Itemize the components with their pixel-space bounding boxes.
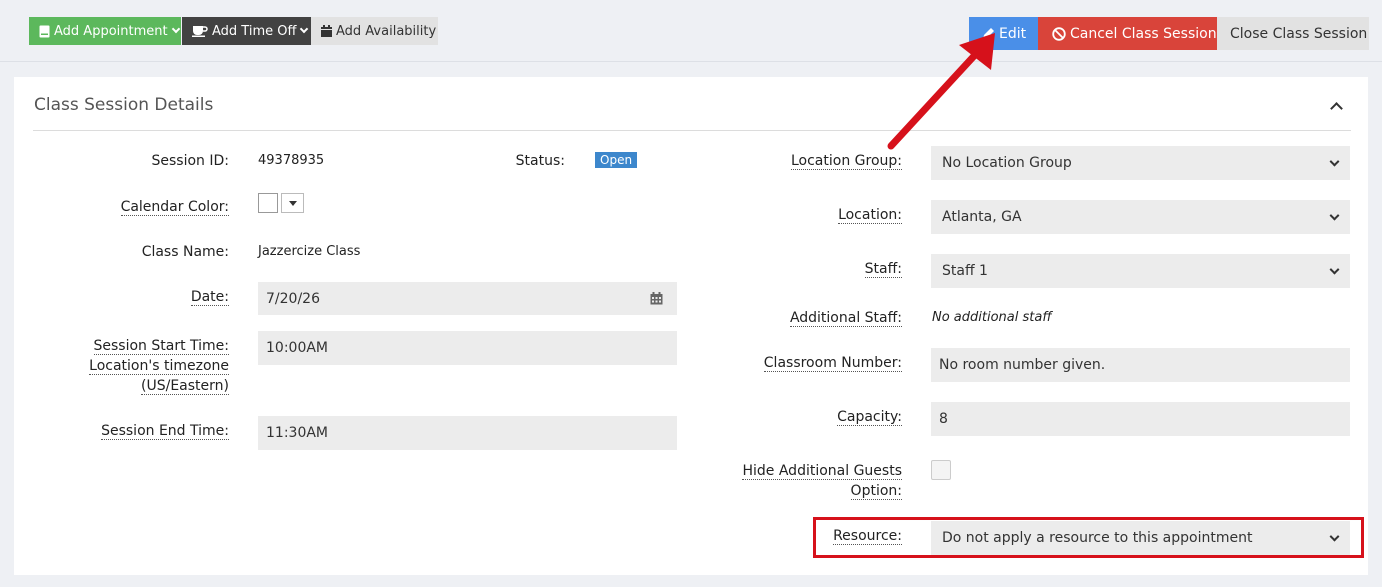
staff-label-text: Staff: — [864, 261, 902, 278]
hide-guests-label-line1: Hide Additional Guests — [742, 463, 902, 480]
additional-staff-label: Additional Staff: — [762, 308, 902, 328]
start-time-label-line2: Location's timezone — [89, 358, 229, 375]
calendar-color-label-text: Calendar Color: — [120, 199, 229, 216]
end-time-input[interactable]: 11:30AM — [258, 416, 677, 450]
additional-staff-label-text: Additional Staff: — [789, 310, 902, 327]
date-value: 7/20/26 — [266, 290, 320, 307]
location-group-value: No Location Group — [942, 155, 1072, 171]
resource-value: Do not apply a resource to this appointm… — [942, 530, 1253, 546]
close-class-session-button[interactable]: Close Class Session — [1217, 17, 1369, 50]
location-value: Atlanta, GA — [942, 209, 1022, 225]
divider — [33, 130, 1351, 131]
date-input[interactable]: 7/20/26 — [258, 282, 677, 315]
location-group-label: Location Group: — [752, 151, 902, 171]
resource-select[interactable]: Do not apply a resource to this appointm… — [931, 521, 1350, 555]
calendar-icon — [321, 25, 332, 37]
edit-label: Edit — [999, 25, 1027, 42]
pencil-icon — [982, 27, 995, 40]
chevron-down-icon — [1329, 531, 1340, 542]
staff-label: Staff: — [802, 259, 902, 279]
chevron-down-icon — [1329, 156, 1340, 167]
hide-guests-label: Hide Additional Guests Option: — [722, 461, 902, 501]
location-label-text: Location: — [838, 207, 902, 224]
location-label: Location: — [782, 205, 902, 225]
panel-title: Class Session Details — [34, 95, 214, 115]
toolbar: Add Appointment Add Time Off Add Availab… — [0, 0, 1382, 62]
calendar-color-dropdown[interactable] — [281, 193, 304, 213]
calendar-color-label: Calendar Color: — [100, 197, 229, 217]
ban-icon — [1052, 26, 1066, 41]
close-class-session-label: Close Class Session — [1230, 25, 1368, 42]
add-time-off-label: Add Time Off — [212, 23, 297, 39]
add-appointment-label: Add Appointment — [54, 23, 168, 39]
hide-guests-label-line2: Option: — [850, 483, 902, 500]
staff-value: Staff 1 — [942, 263, 988, 279]
date-label: Date: — [160, 287, 229, 307]
class-name-label: Class Name: — [141, 244, 229, 260]
caret-down-icon — [288, 200, 297, 206]
location-select[interactable]: Atlanta, GA — [931, 200, 1350, 234]
classroom-label-text: Classroom Number: — [763, 355, 902, 372]
start-time-label-line1: Session Start Time: — [93, 338, 229, 355]
calendar-icon[interactable] — [650, 292, 663, 305]
classroom-value: No room number given. — [939, 357, 1106, 373]
resource-label: Resource: — [812, 526, 902, 546]
location-group-select[interactable]: No Location Group — [931, 146, 1350, 180]
capacity-input[interactable]: 8 — [931, 402, 1350, 436]
end-time-label-text: Session End Time: — [101, 423, 229, 440]
chevron-down-icon — [1329, 264, 1340, 275]
add-availability-label: Add Availability — [336, 23, 437, 39]
session-id-value: 49378935 — [258, 153, 325, 168]
start-time-input[interactable]: 10:00AM — [258, 331, 677, 365]
session-start-time-label: Session Start Time: Location's timezone … — [60, 336, 229, 396]
cancel-class-session-label: Cancel Class Session — [1070, 25, 1217, 42]
chevron-down-icon — [171, 24, 180, 34]
start-time-value: 10:00AM — [266, 340, 329, 356]
classroom-number-label: Classroom Number: — [742, 353, 902, 373]
class-name-value: Jazzercize Class — [258, 244, 361, 259]
status-badge: Open — [595, 152, 638, 168]
date-label-text: Date: — [190, 289, 229, 306]
chevron-up-icon[interactable] — [1330, 102, 1343, 115]
add-time-off-button[interactable]: Add Time Off — [182, 17, 311, 45]
resource-label-text: Resource: — [833, 528, 902, 545]
capacity-value: 8 — [939, 411, 948, 427]
additional-staff-value: No additional staff — [932, 310, 1052, 325]
session-end-time-label: Session End Time: — [90, 421, 229, 441]
chevron-down-icon — [1329, 210, 1340, 221]
session-id-label: Session ID: — [151, 153, 230, 169]
add-appointment-button[interactable]: Add Appointment — [29, 17, 181, 45]
coffee-cup-icon — [192, 25, 208, 37]
add-availability-button[interactable]: Add Availability — [311, 17, 438, 45]
location-group-label-text: Location Group: — [790, 153, 902, 170]
start-time-label-line3: (US/Eastern) — [141, 378, 229, 395]
end-time-value: 11:30AM — [266, 425, 329, 441]
chevron-down-icon — [300, 24, 309, 34]
classroom-number-input[interactable]: No room number given. — [931, 348, 1350, 382]
book-icon — [39, 25, 50, 38]
cancel-class-session-button[interactable]: Cancel Class Session — [1038, 17, 1217, 50]
edit-button[interactable]: Edit — [969, 17, 1038, 50]
capacity-label: Capacity: — [802, 407, 902, 427]
calendar-color-swatch[interactable] — [258, 193, 278, 213]
staff-select[interactable]: Staff 1 — [931, 254, 1350, 288]
capacity-label-text: Capacity: — [837, 409, 902, 426]
hide-guests-checkbox[interactable] — [931, 460, 951, 480]
status-label: Status: — [515, 153, 565, 169]
